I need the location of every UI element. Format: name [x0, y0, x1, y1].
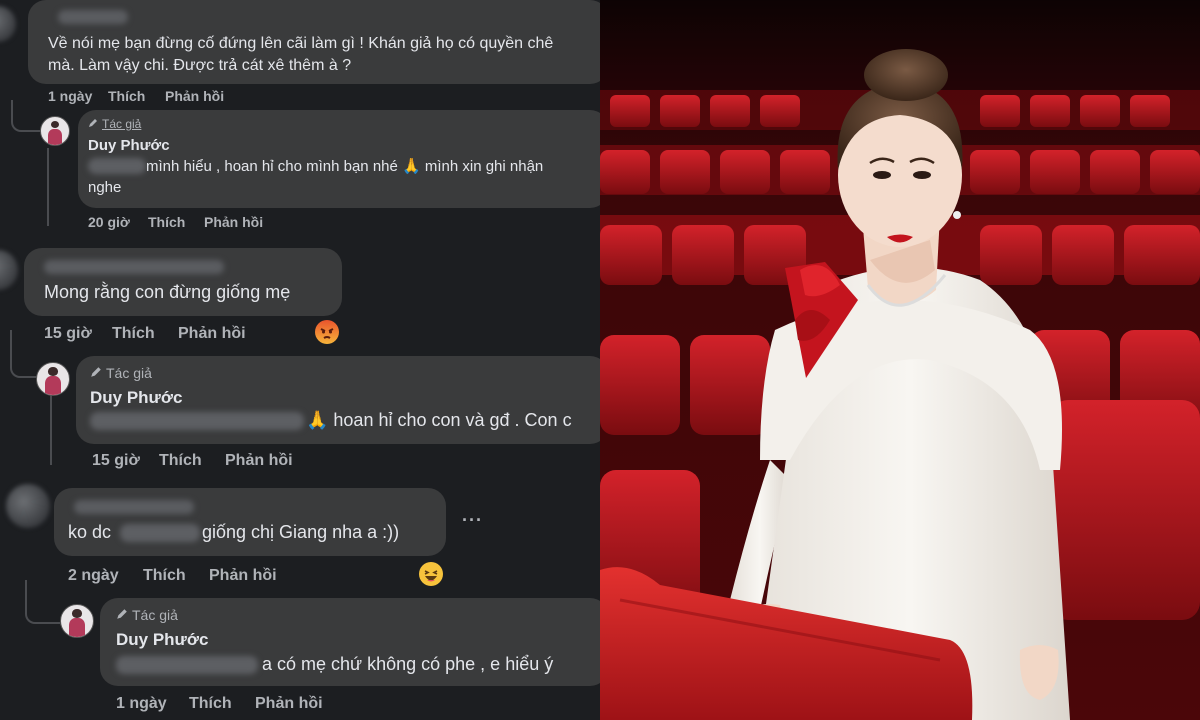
comment-text-line2: mà. Làm vậy chi. Được trả cát xê thêm à …	[48, 57, 352, 74]
comment-text: Về nói mẹ bạn đừng cố đứng lên cãi làm g…	[48, 35, 554, 52]
comment-time[interactable]: 1 ngày	[48, 88, 92, 104]
author-name[interactable]: Duy Phước	[88, 137, 170, 154]
commenter-name[interactable]	[74, 500, 194, 514]
reply-button[interactable]: Phản hồi	[165, 88, 224, 104]
comment-panel: Về nói mẹ bạn đừng cố đứng lên cãi làm g…	[0, 0, 600, 720]
reply-button[interactable]: Phản hồi	[178, 325, 246, 343]
cinema-photo	[600, 0, 1200, 720]
author-tag-label: Tác giả	[106, 365, 152, 381]
reply-text: 🙏 hoan hỉ cho con và gđ . Con c	[306, 410, 572, 430]
comment-bubble: Về nói mẹ bạn đừng cố đứng lên cãi làm g…	[28, 0, 600, 84]
like-button[interactable]: Thích	[108, 88, 145, 104]
author-badge: Tác giả	[88, 117, 141, 131]
author-avatar[interactable]	[40, 116, 70, 146]
reply-button[interactable]: Phản hồi	[225, 452, 293, 470]
reply-text: a có mẹ chứ không có phe , e hiểu ý	[262, 654, 554, 674]
photo-illustration	[600, 0, 1200, 720]
author-avatar[interactable]	[36, 362, 70, 396]
blurred-mention	[116, 656, 258, 674]
comment-time[interactable]: 15 giờ	[44, 325, 92, 343]
more-options-icon[interactable]: ···	[462, 510, 483, 531]
thread-connector	[10, 330, 38, 378]
angry-reaction-icon[interactable]	[314, 319, 340, 345]
author-name[interactable]: Duy Phước	[90, 388, 182, 408]
author-tag-label: Tác giả	[132, 607, 178, 623]
reply-button[interactable]: Phản hồi	[209, 567, 277, 585]
author-badge: Tác giả	[90, 365, 152, 381]
pencil-icon	[117, 609, 127, 619]
commenter-name[interactable]	[44, 260, 224, 274]
comment-time[interactable]: 1 ngày	[116, 695, 167, 713]
reply-bubble: Tác giả Duy Phước a có mẹ chứ không có p…	[100, 598, 600, 686]
like-button[interactable]: Thích	[112, 325, 155, 343]
blurred-mention	[90, 412, 304, 430]
reply-button[interactable]: Phản hồi	[204, 214, 263, 230]
thread-line	[50, 395, 52, 465]
blurred-mention	[120, 524, 200, 542]
thread-connector	[25, 580, 60, 624]
pencil-icon	[91, 367, 101, 377]
comment-text-a: ko dc	[68, 522, 112, 542]
pencil-icon	[89, 119, 97, 127]
comment-text-b: giống chị Giang nha a :))	[202, 522, 400, 542]
avatar[interactable]	[0, 250, 18, 290]
avatar[interactable]	[6, 484, 50, 528]
like-button[interactable]: Thích	[148, 214, 185, 230]
author-badge: Tác giả	[116, 607, 178, 623]
author-avatar[interactable]	[60, 604, 94, 638]
comment-time[interactable]: 2 ngày	[68, 567, 119, 585]
thread-connector	[11, 100, 41, 132]
reply-button[interactable]: Phản hồi	[255, 695, 323, 713]
comment-text: Mong rằng con đừng giống mẹ	[44, 282, 291, 302]
author-tag-label: Tác giả	[102, 117, 142, 131]
comment-bubble: Mong rằng con đừng giống mẹ	[24, 248, 342, 316]
thread-line	[47, 148, 49, 226]
haha-reaction-icon[interactable]	[418, 561, 444, 587]
comment-time[interactable]: 15 giờ	[92, 452, 140, 470]
commenter-name[interactable]	[58, 10, 128, 24]
reply-text-line2: nghe	[88, 179, 122, 196]
like-button[interactable]: Thích	[143, 567, 186, 585]
like-button[interactable]: Thích	[189, 695, 232, 713]
reply-bubble: Tác giả Duy Phước 🙏 hoan hỉ cho con và g…	[76, 356, 600, 444]
blurred-mention	[88, 158, 146, 174]
like-button[interactable]: Thích	[159, 452, 202, 470]
author-name[interactable]: Duy Phước	[116, 630, 208, 650]
reply-text: mình hiểu , hoan hỉ cho mình bạn nhé 🙏 m…	[146, 158, 544, 175]
comment-bubble: ko dc giống chị Giang nha a :))	[54, 488, 446, 556]
reply-bubble: Tác giả Duy Phước mình hiểu , hoan hỉ ch…	[78, 110, 600, 208]
avatar[interactable]	[0, 6, 16, 42]
comment-time[interactable]: 20 giờ	[88, 214, 130, 230]
